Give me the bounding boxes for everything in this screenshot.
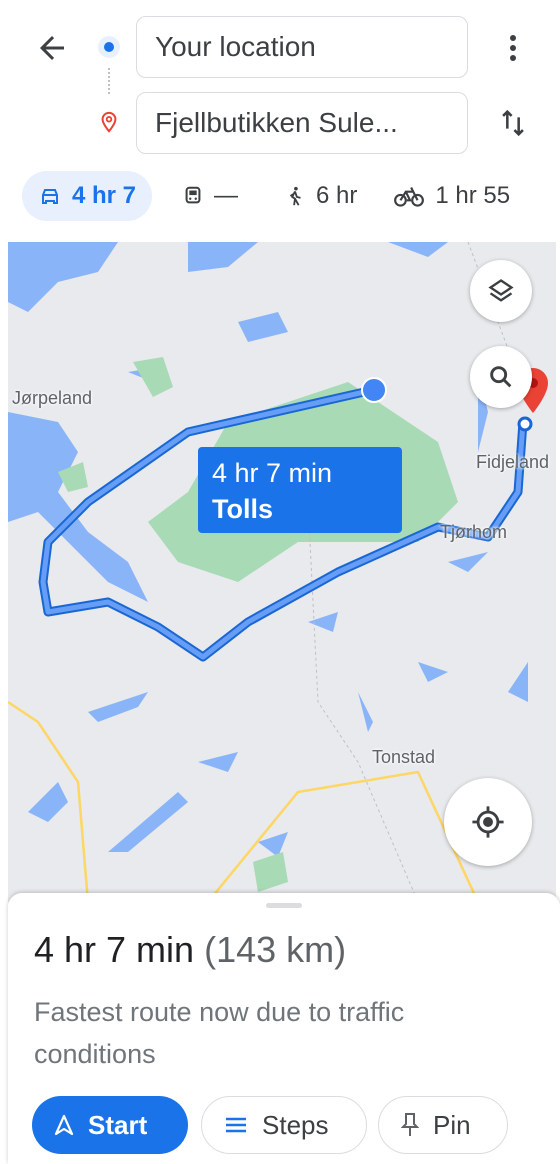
car-marker-icon — [361, 377, 387, 403]
place-label: Tonstad — [372, 747, 436, 767]
pin-button[interactable]: Pin — [378, 1096, 508, 1154]
more-options-button[interactable] — [498, 28, 528, 68]
tab-walking[interactable]: 6 hr — [268, 171, 373, 221]
route-distance: (143 km) — [204, 929, 347, 970]
driving-time: 4 hr 7 — [72, 182, 137, 209]
start-button[interactable]: Start — [32, 1096, 188, 1154]
walk-icon — [289, 186, 301, 206]
search-icon — [490, 366, 512, 388]
swap-button[interactable] — [496, 106, 530, 140]
tab-cycling[interactable]: 1 hr 55 — [387, 171, 516, 221]
steps-button[interactable]: Steps — [201, 1096, 367, 1154]
layers-icon — [488, 279, 514, 302]
origin-dot-icon — [98, 36, 120, 58]
navigation-icon — [54, 1114, 74, 1136]
start-label: Start — [88, 1109, 148, 1140]
layers-button[interactable] — [470, 260, 532, 322]
my-location-button[interactable] — [444, 778, 532, 866]
map-view[interactable]: Jørpeland Fidjeland Tjørhom Tonstad 4 hr… — [8, 242, 556, 902]
back-button[interactable] — [34, 30, 70, 66]
route-summary-sheet: 4 hr 7 min (143 km) Fastest route now du… — [8, 893, 560, 1164]
arrow-back-icon — [40, 36, 64, 60]
transit-icon — [185, 186, 201, 204]
transit-time: — — [214, 182, 239, 209]
bike-icon — [394, 186, 425, 207]
steps-label: Steps — [262, 1109, 329, 1140]
route-time: 4 hr 7 min — [212, 458, 333, 488]
route-tolls: Tolls — [212, 494, 274, 524]
car-icon — [42, 189, 58, 204]
place-label: Jørpeland — [12, 388, 93, 408]
tab-transit[interactable]: — — [166, 171, 254, 221]
pin-label: Pin — [433, 1109, 471, 1140]
place-label: Fidjeland — [476, 452, 550, 472]
list-icon — [226, 1117, 246, 1133]
place-label: Tjørhom — [440, 522, 507, 542]
route-dots — [108, 68, 110, 94]
route-duration: 4 hr 7 min — [34, 929, 195, 970]
origin-input[interactable]: Your location — [136, 16, 468, 78]
drag-handle[interactable] — [266, 903, 302, 908]
search-along-route-button[interactable] — [470, 346, 532, 408]
destination-pin-icon — [98, 110, 120, 139]
travel-mode-tabs: 4 hr 7 — 6 hr 1 hr 55 — [22, 170, 560, 222]
route-note: Fastest route now due to traffic conditi… — [34, 997, 405, 1069]
destination-input[interactable]: Fjellbutikken Sule... — [136, 92, 468, 154]
route-info-label[interactable]: 4 hr 7 min Tolls — [198, 447, 402, 533]
more-vert-icon — [510, 35, 516, 61]
walking-time: 6 hr — [316, 182, 358, 209]
cycling-time: 1 hr 55 — [435, 182, 511, 209]
pin-icon — [401, 1113, 419, 1136]
my-location-icon — [472, 806, 504, 838]
tab-driving[interactable]: 4 hr 7 — [22, 171, 153, 221]
swap-vert-icon — [502, 109, 524, 137]
